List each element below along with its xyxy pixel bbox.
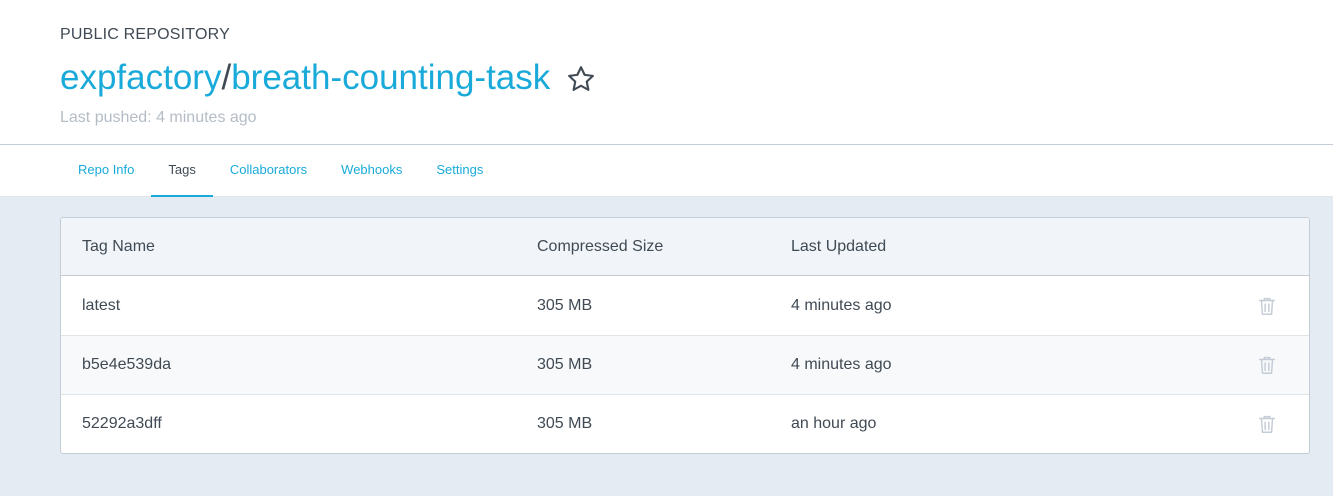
tab-webhooks[interactable]: Webhooks	[324, 145, 419, 197]
repo-title: expfactory/breath-counting-task	[60, 58, 550, 98]
last-pushed-text: Last pushed: 4 minutes ago	[60, 109, 257, 126]
repo-name-link[interactable]: breath-counting-task	[231, 58, 550, 97]
tab-collaborators[interactable]: Collaborators	[213, 145, 324, 197]
repo-tabs: Repo Info Tags Collaborators Webhooks Se…	[0, 145, 1333, 197]
trash-icon[interactable]	[1256, 354, 1278, 376]
table-row: 52292a3dff 305 MB an hour ago	[61, 394, 1309, 453]
tags-table: Tag Name Compressed Size Last Updated la…	[60, 217, 1310, 454]
tag-updated-cell: 4 minutes ago	[791, 356, 892, 373]
tab-settings[interactable]: Settings	[419, 145, 500, 197]
row-actions	[1247, 413, 1309, 435]
table-row: latest 305 MB 4 minutes ago	[61, 276, 1309, 335]
tab-repo-info[interactable]: Repo Info	[61, 145, 151, 197]
tag-name-cell: latest	[82, 296, 121, 314]
repo-title-row: expfactory/breath-counting-task	[60, 58, 1333, 98]
trash-icon[interactable]	[1256, 295, 1278, 317]
title-separator: /	[221, 58, 232, 97]
tag-size-cell: 305 MB	[537, 296, 593, 314]
column-header-last-updated: Last Updated	[791, 237, 887, 255]
namespace-link[interactable]: expfactory	[60, 58, 221, 97]
tag-name-cell: b5e4e539da	[82, 356, 171, 373]
trash-icon[interactable]	[1256, 413, 1278, 435]
tag-updated-cell: 4 minutes ago	[791, 296, 892, 314]
repo-visibility-label: PUBLIC REPOSITORY	[60, 26, 230, 43]
repo-header: PUBLIC REPOSITORY expfactory/breath-coun…	[0, 0, 1333, 145]
table-header-row: Tag Name Compressed Size Last Updated	[61, 218, 1309, 276]
tag-updated-cell: an hour ago	[791, 415, 877, 432]
column-header-tag-name: Tag Name	[82, 237, 155, 255]
tag-size-cell: 305 MB	[537, 356, 593, 373]
column-header-compressed-size: Compressed Size	[537, 237, 664, 255]
tag-name-cell: 52292a3dff	[82, 415, 162, 432]
tag-size-cell: 305 MB	[537, 415, 593, 432]
table-row: b5e4e539da 305 MB 4 minutes ago	[61, 335, 1309, 394]
row-actions	[1247, 354, 1309, 376]
star-icon[interactable]	[566, 64, 596, 94]
row-actions	[1247, 295, 1309, 317]
tab-tags[interactable]: Tags	[151, 145, 214, 197]
tags-content: Tag Name Compressed Size Last Updated la…	[0, 197, 1333, 496]
